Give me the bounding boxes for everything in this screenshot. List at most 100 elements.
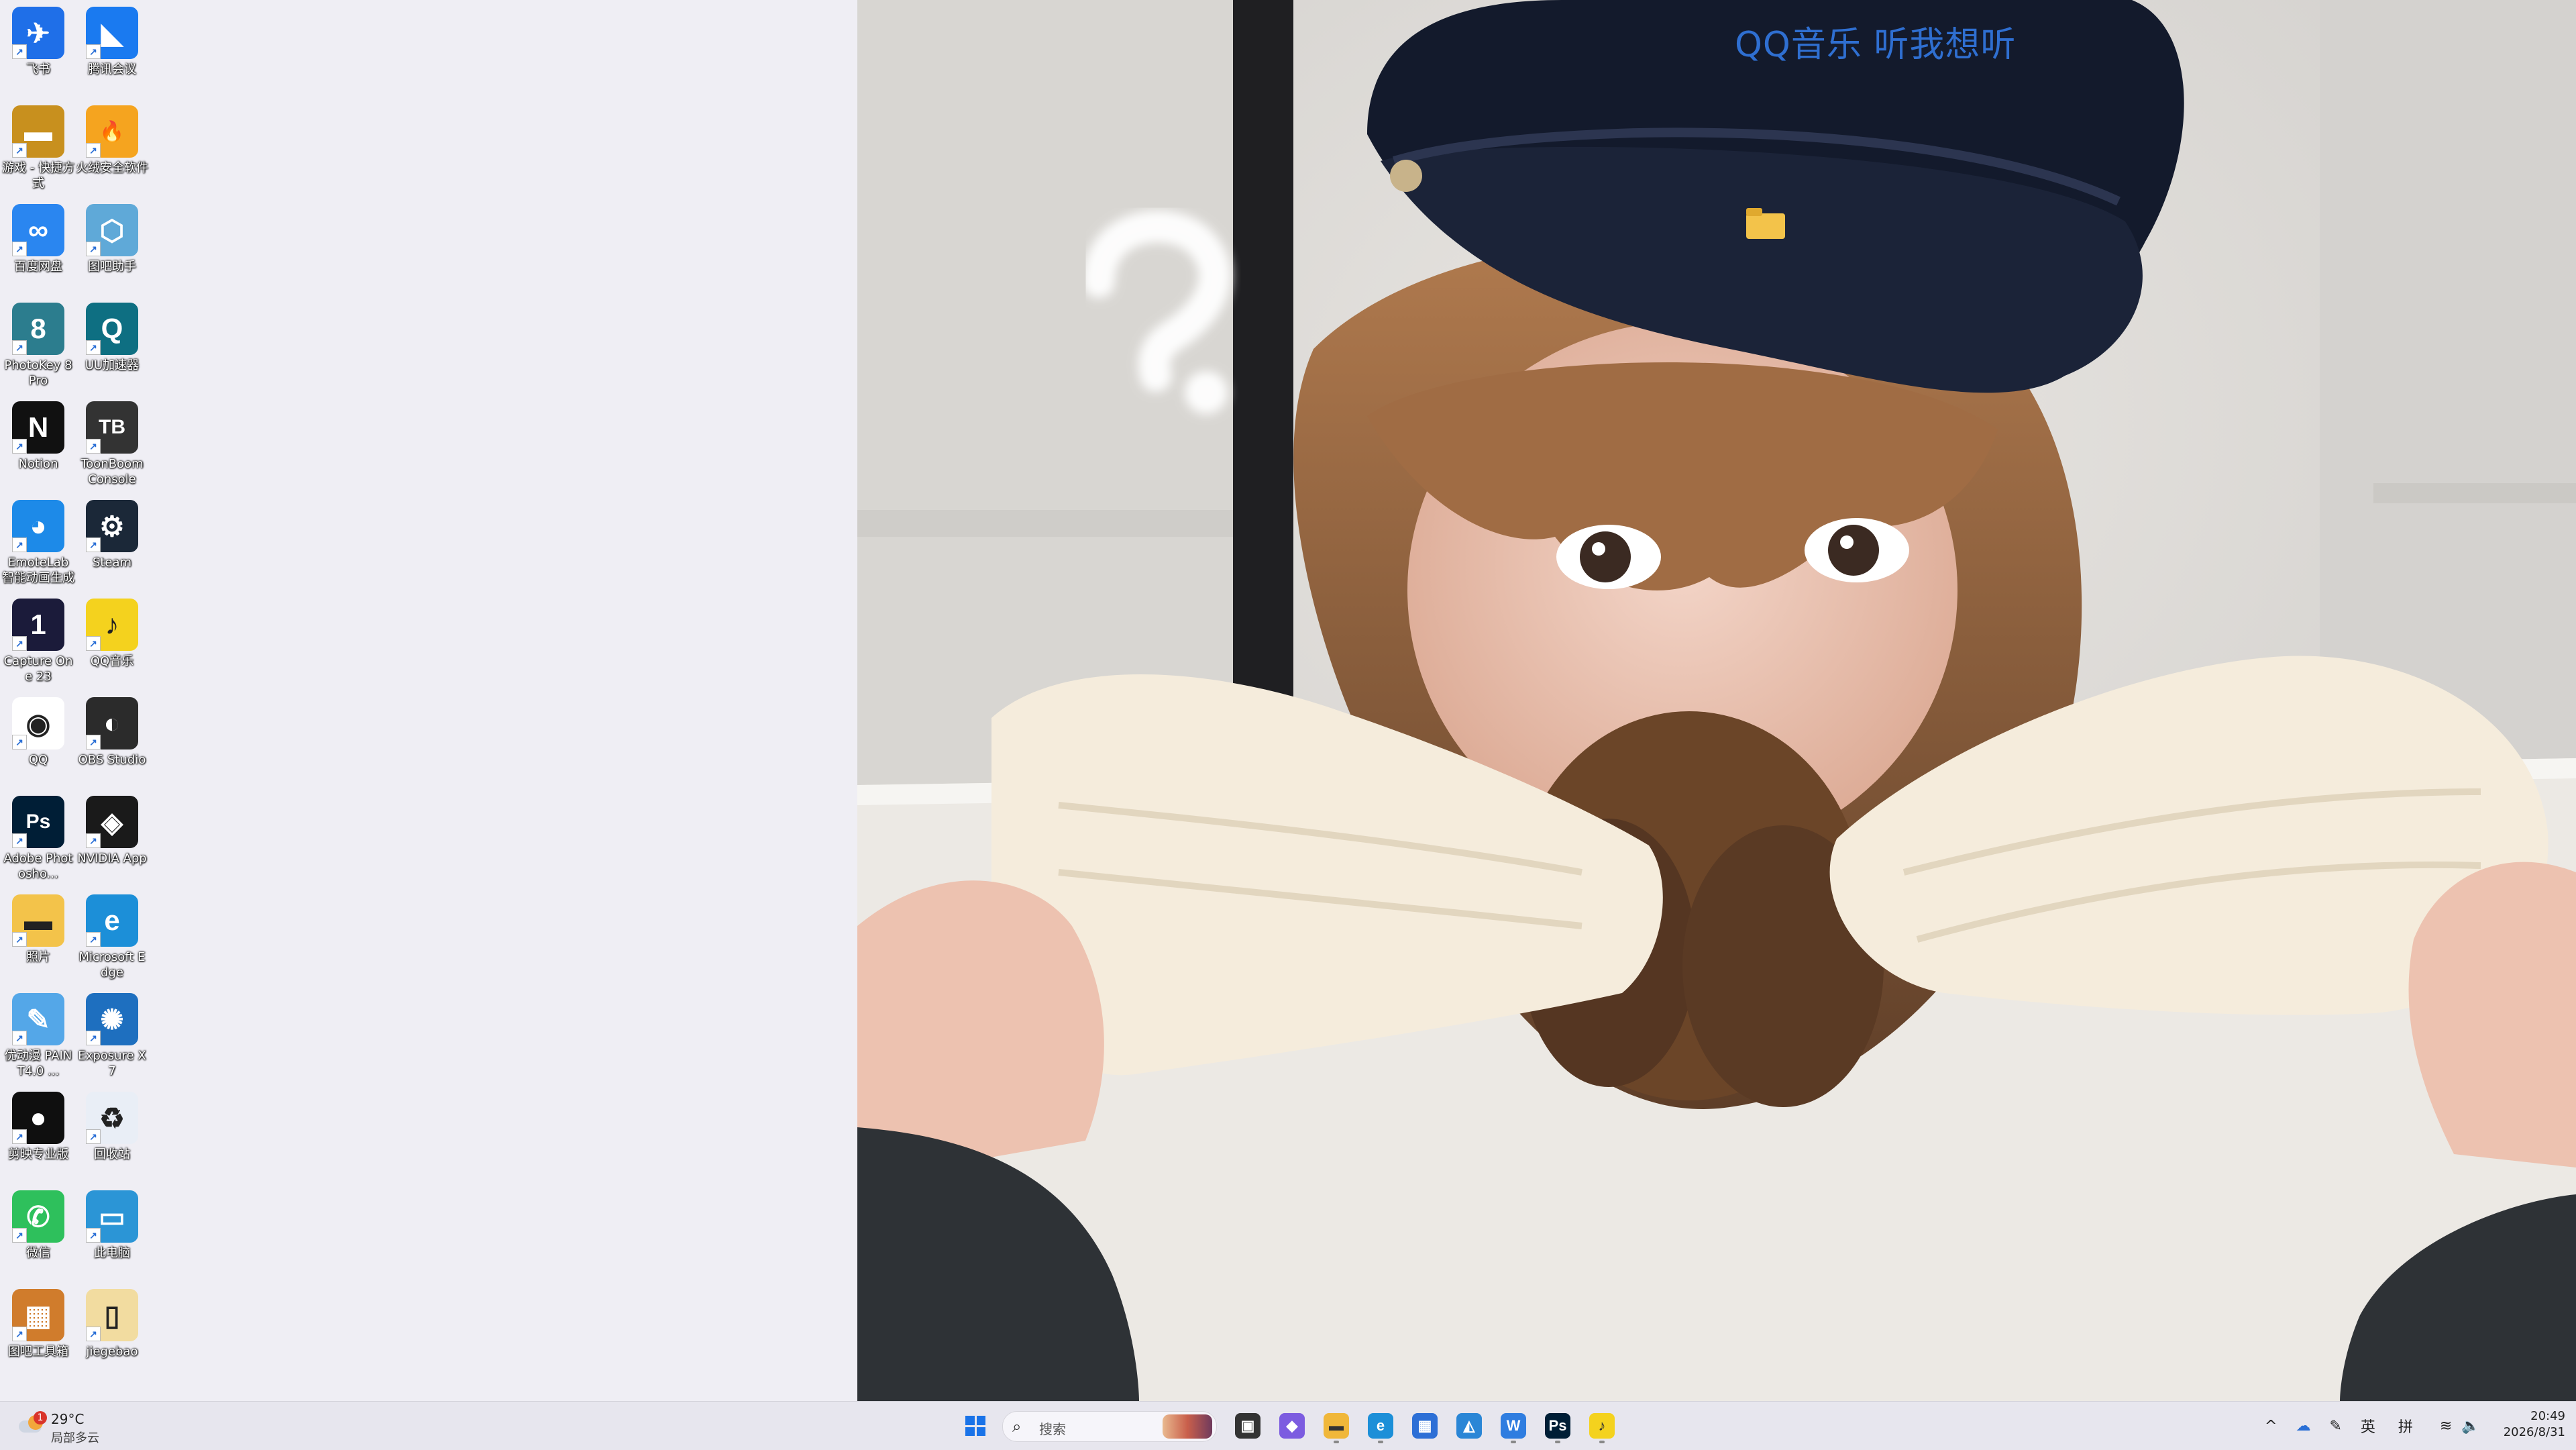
desktop-icon-qq-penguin[interactable]: ◉ ↗ QQ <box>1 696 75 768</box>
shortcut-arrow-icon: ↗ <box>12 636 27 651</box>
task-view-button[interactable]: ▣ <box>1230 1408 1265 1443</box>
desktop-icon-folder-games[interactable]: ▬ ↗ 游戏 - 快捷方式 <box>1 104 75 191</box>
desktop-icon-jiegebao[interactable]: ▯ ↗ jiegebao <box>75 1288 149 1359</box>
shortcut-arrow-icon: ↗ <box>12 1327 27 1341</box>
desktop-icon-tuba-assistant[interactable]: ⬡ ↗ 图吧助手 <box>75 203 149 274</box>
desktop-icon-notion[interactable]: N ↗ Notion <box>1 400 75 472</box>
desktop-icon-label: Microsoft Edge <box>78 950 146 980</box>
windows-logo-icon <box>965 1416 985 1436</box>
shortcut-arrow-icon: ↗ <box>12 1129 27 1144</box>
recycle-bin-icon: ♻ ↗ <box>86 1092 138 1144</box>
desktop-icon-label: 此电脑 <box>94 1246 130 1260</box>
uu-accelerator-icon: Q ↗ <box>86 303 138 355</box>
store-icon: ▦ <box>1412 1413 1438 1439</box>
system-tray: ^ ☁ ✎ 英 拼 ≋ 🔈 <box>2265 1402 2480 1450</box>
taskbar: 1 29°C 局部多云 ⌕ 搜索 ▣ ◆ ▬ e ▦ ◭ W Ps ♪ ^ ☁ ✎ 英 拼 ≋ … <box>0 1401 2576 1450</box>
shortcut-arrow-icon: ↗ <box>86 735 101 749</box>
edge-icon: e <box>1368 1413 1393 1439</box>
qq-penguin-icon: ◉ ↗ <box>12 697 64 749</box>
desktop-icon-label: Notion <box>18 457 58 471</box>
desktop-icon-label: 图吧助手 <box>88 260 136 274</box>
taskbar-search-box[interactable]: ⌕ 搜索 <box>1002 1411 1217 1442</box>
running-indicator <box>1378 1441 1383 1443</box>
shortcut-arrow-icon: ↗ <box>12 537 27 552</box>
shortcut-arrow-icon: ↗ <box>12 1228 27 1243</box>
wps-app[interactable]: W <box>1496 1408 1531 1443</box>
desktop-icon-exposure[interactable]: ✺ ↗ Exposure X7 <box>75 992 149 1079</box>
search-icon: ⌕ <box>1012 1417 1022 1436</box>
desktop-icon-folder[interactable]: ▬ ↗ 照片 <box>1 893 75 965</box>
desktop-icon-qq-music[interactable]: ♪ ↗ QQ音乐 <box>75 597 149 669</box>
edge-icon: e ↗ <box>86 894 138 947</box>
desktop-icon-steam[interactable]: ⚙ ↗ Steam <box>75 499 149 570</box>
desktop-icon-tencent-meeting[interactable]: ◣ ↗ 腾讯会议 <box>75 5 149 77</box>
desktop-icon-feishu[interactable]: ✈ ↗ 飞书 <box>1 5 75 77</box>
shortcut-arrow-icon: ↗ <box>12 833 27 848</box>
volume-icon[interactable]: 🔈 <box>2461 1418 2479 1435</box>
shortcut-arrow-icon: ↗ <box>86 242 101 256</box>
clock[interactable]: 20:49 2026/8/31 <box>2485 1408 2565 1441</box>
qq-music-lyrics-caption: QQ音乐 听我想听 <box>1735 25 2017 65</box>
running-indicator <box>1511 1441 1516 1443</box>
file-explorer-app[interactable]: ▬ <box>1319 1408 1354 1443</box>
photos-app[interactable]: ◭ <box>1452 1408 1487 1443</box>
desktop-icon-this-pc[interactable]: ▭ ↗ 此电脑 <box>75 1189 149 1261</box>
desktop-icon-recycle-bin[interactable]: ♻ ↗ 回收站 <box>75 1090 149 1162</box>
desktop-icon-obs[interactable]: ◐ ↗ OBS Studio <box>75 696 149 768</box>
ime-mode[interactable]: 拼 <box>2398 1415 2413 1437</box>
search-highlight-image <box>1163 1414 1212 1439</box>
desktop-icon-wechat[interactable]: ✆ ↗ 微信 <box>1 1189 75 1261</box>
desktop-icon-uu-accelerator[interactable]: Q ↗ UU加速器 <box>75 301 149 373</box>
store-app[interactable]: ▦ <box>1407 1408 1442 1443</box>
copilot-app[interactable]: ◆ <box>1275 1408 1309 1443</box>
desktop-icon-huorong[interactable]: 🔥 ↗ 火绒安全软件 <box>75 104 149 176</box>
feishu-icon: ✈ ↗ <box>12 7 64 59</box>
exposure-icon: ✺ ↗ <box>86 993 138 1045</box>
desktop-icon-label: Capture One 23 <box>3 654 73 684</box>
shortcut-arrow-icon: ↗ <box>12 340 27 355</box>
desktop-icon-paint[interactable]: ✎ ↗ 优动漫 PAINT4.0 ... <box>1 992 75 1079</box>
shortcut-arrow-icon: ↗ <box>12 1031 27 1045</box>
baidu-netdisk-icon: ∞ ↗ <box>12 204 64 256</box>
desktop-icon-nvidia[interactable]: ◈ ↗ NVIDIA App <box>75 794 149 866</box>
wallpaper-folder-icon[interactable] <box>1746 213 1785 239</box>
desktop-icon-jianying[interactable]: ● ↗ 剪映专业版 <box>1 1090 75 1162</box>
folder-games-icon: ▬ ↗ <box>12 105 64 158</box>
shortcut-arrow-icon: ↗ <box>12 735 27 749</box>
desktop-icon-label: 优动漫 PAINT4.0 ... <box>4 1049 72 1078</box>
shortcut-arrow-icon: ↗ <box>86 44 101 59</box>
shortcut-arrow-icon: ↗ <box>86 537 101 552</box>
tuba-toolbox-icon: ▦ ↗ <box>12 1289 64 1341</box>
desktop-icon-capture-one[interactable]: 1 ↗ Capture One 23 <box>1 597 75 684</box>
ime-language[interactable]: 英 <box>2361 1415 2375 1437</box>
desktop-icon-label: 照片 <box>26 950 50 964</box>
shortcut-arrow-icon: ↗ <box>86 439 101 454</box>
edge-app[interactable]: e <box>1363 1408 1398 1443</box>
wifi-icon[interactable]: ≋ <box>2440 1418 2452 1435</box>
wallpaper-photo <box>857 0 2576 1401</box>
desktop-icon-label: jiegebao <box>86 1345 138 1359</box>
desktop-icon-edge[interactable]: e ↗ Microsoft Edge <box>75 893 149 980</box>
desktop-icon-photokey[interactable]: 8 ↗ PhotoKey 8 Pro <box>1 301 75 389</box>
desktop-icon-label: 微信 <box>26 1246 50 1260</box>
desktop-icon-photoshop[interactable]: Ps ↗ Adobe Photosho... <box>1 794 75 882</box>
weather-widget[interactable]: 1 29°C 局部多云 <box>16 1407 150 1445</box>
desktop-icon-toonbox[interactable]: TB ↗ ToonBoom Console <box>75 400 149 487</box>
desktop-icon-label: Steam <box>92 556 132 570</box>
copilot-icon: ◆ <box>1279 1413 1305 1439</box>
qq-music-app[interactable]: ♪ <box>1585 1408 1619 1443</box>
qq-music-icon: ♪ ↗ <box>86 599 138 651</box>
show-hidden-icons-chevron-icon[interactable]: ^ <box>2265 1418 2277 1435</box>
desktop-icon-baidu-netdisk[interactable]: ∞ ↗ 百度网盘 <box>1 203 75 274</box>
desktop-icon-label: QQ音乐 <box>90 654 134 668</box>
start-button[interactable] <box>958 1408 993 1443</box>
desktop-icon-label: 飞书 <box>26 62 50 76</box>
photoshop-app[interactable]: Ps <box>1540 1408 1575 1443</box>
paint-icon: ✎ ↗ <box>12 993 64 1045</box>
onedrive-icon[interactable]: ☁ <box>2296 1418 2310 1435</box>
pen-icon[interactable]: ✎ <box>2329 1418 2341 1435</box>
desktop-icon-label: 火绒安全软件 <box>76 161 148 175</box>
desktop-icon-emotelab[interactable]: ◕ ↗ EmoteLab 智能动画生成 <box>1 499 75 586</box>
desktop-icon-label: 百度网盘 <box>14 260 62 274</box>
desktop-icon-tuba-toolbox[interactable]: ▦ ↗ 图吧工具箱 <box>1 1288 75 1359</box>
